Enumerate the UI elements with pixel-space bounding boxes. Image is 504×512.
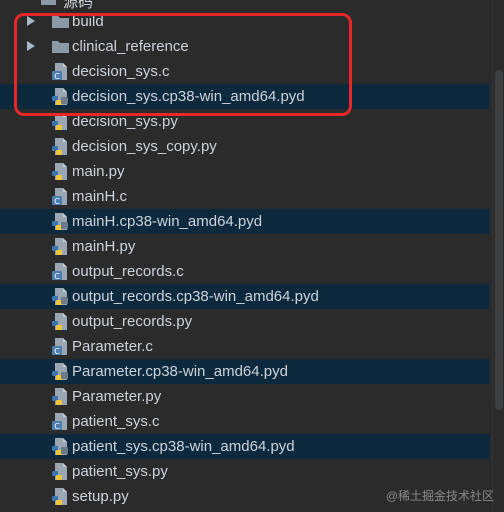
file-label: decision_sys.c (72, 63, 170, 80)
chevron-right-icon[interactable] (27, 41, 35, 51)
folder-icon (52, 16, 69, 28)
file-row[interactable]: patient_sys.cp38-win_amd64.pyd (0, 434, 490, 459)
python-file-icon (52, 463, 67, 480)
pyd-file-icon (52, 438, 68, 455)
file-label: Parameter.py (72, 388, 162, 405)
python-file-icon (52, 238, 67, 255)
file-row[interactable]: output_records.cp38-win_amd64.pyd (0, 284, 490, 309)
folder-icon (52, 41, 69, 53)
python-file-icon (52, 313, 67, 330)
file-label: main.py (72, 163, 125, 180)
vertical-scrollbar[interactable] (492, 0, 504, 512)
file-row[interactable]: Parameter.cp38-win_amd64.pyd (0, 359, 490, 384)
file-label: clinical_reference (72, 38, 189, 55)
file-row[interactable]: decision_sys.py (0, 109, 490, 134)
file-label: Parameter.cp38-win_amd64.pyd (72, 363, 288, 380)
file-label: decision_sys.cp38-win_amd64.pyd (72, 88, 305, 105)
file-row[interactable]: Parameter.py (0, 384, 490, 409)
file-row[interactable]: main.py (0, 159, 490, 184)
file-row[interactable]: decision_sys_copy.py (0, 134, 490, 159)
pyd-file-icon (52, 363, 68, 380)
file-label: setup.py (72, 488, 129, 505)
file-label: build (72, 13, 104, 30)
svg-text:C: C (54, 197, 60, 206)
python-file-icon (52, 388, 67, 405)
file-row[interactable]: mainH.cp38-win_amd64.pyd (0, 209, 490, 234)
c-file-icon: C (52, 413, 67, 431)
file-row[interactable]: Cdecision_sys.c (0, 59, 490, 84)
python-file-icon (52, 138, 67, 155)
project-file-tree: 源码 build clinical_reference Cdecision_sys.… (0, 0, 504, 512)
file-row[interactable]: decision_sys.cp38-win_amd64.pyd (0, 84, 490, 109)
python-file-icon (52, 113, 67, 130)
file-row[interactable]: Cpatient_sys.c (0, 409, 490, 434)
file-label: patient_sys.c (72, 413, 160, 430)
file-label: mainH.cp38-win_amd64.pyd (72, 213, 263, 230)
file-label: decision_sys.py (72, 113, 178, 130)
scrollbar-thumb[interactable] (495, 70, 503, 410)
file-label: decision_sys_copy.py (72, 138, 217, 155)
c-file-icon: C (52, 188, 67, 206)
chevron-right-icon[interactable] (27, 16, 35, 26)
c-file-icon: C (52, 338, 67, 356)
file-row[interactable]: C Parameter.c (0, 334, 490, 359)
python-file-icon (52, 163, 67, 180)
folder-row[interactable]: clinical_reference (0, 34, 490, 59)
pyd-file-icon (52, 88, 68, 105)
c-file-icon: C (52, 63, 67, 81)
python-file-icon (52, 488, 67, 505)
pyd-file-icon (52, 288, 68, 305)
file-label: output_records.c (72, 263, 184, 280)
pyd-file-icon (52, 213, 68, 230)
file-row[interactable]: mainH.py (0, 234, 490, 259)
file-label: output_records.py (72, 313, 193, 330)
svg-text:C: C (54, 422, 60, 431)
file-label: output_records.cp38-win_amd64.pyd (72, 288, 319, 305)
file-label: mainH.c (72, 188, 128, 205)
file-label: mainH.py (72, 238, 136, 255)
c-file-icon: C (52, 263, 67, 281)
file-label: patient_sys.py (72, 463, 168, 480)
file-row[interactable]: Coutput_records.c (0, 259, 490, 284)
file-row[interactable]: output_records.py (0, 309, 490, 334)
file-label: patient_sys.cp38-win_amd64.pyd (72, 438, 295, 455)
svg-text:C: C (54, 72, 60, 81)
svg-text:C: C (54, 272, 60, 281)
svg-text:C: C (54, 347, 60, 356)
folder-row[interactable]: build (0, 9, 490, 34)
file-row[interactable]: CmainH.c (0, 184, 490, 209)
watermark: @稀土掘金技术社区 (385, 489, 494, 503)
folder-icon (41, 0, 56, 5)
file-label: Parameter.c (72, 338, 153, 355)
file-row[interactable]: patient_sys.py (0, 459, 490, 484)
